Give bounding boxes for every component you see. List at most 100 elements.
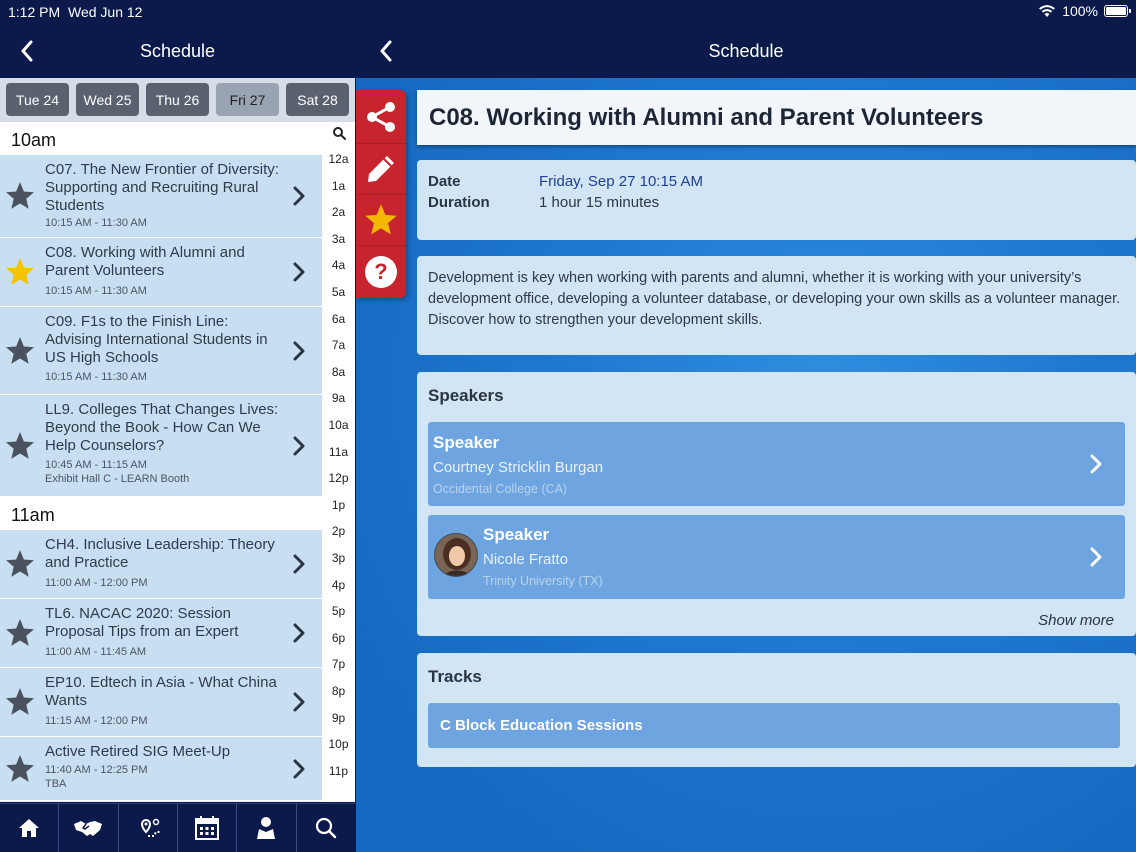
left-header-title: Schedule — [139, 41, 216, 61]
star-icon[interactable] — [4, 617, 36, 649]
hour-index-10p[interactable]: 10p — [322, 737, 355, 751]
chevron-right-icon — [293, 759, 305, 778]
rail-divider — [356, 194, 406, 195]
session-time: 11:00 AM - 12:00 PM — [45, 577, 148, 589]
speakers-heading: Speakers — [428, 386, 504, 405]
speakers-card: Speakers Speaker Courtney Stricklin Burg… — [417, 372, 1136, 636]
duration-label: Duration — [428, 194, 490, 211]
chevron-right-icon — [293, 623, 305, 643]
tab-networking[interactable] — [59, 804, 119, 852]
star-icon[interactable] — [4, 548, 36, 580]
session-title: EP10. Edtech in Asia - What China Wants — [45, 674, 277, 709]
day-tab-fri-27[interactable]: Fri 27 — [216, 83, 279, 116]
hour-index-9p[interactable]: 9p — [322, 711, 355, 725]
day-tab-thu-26[interactable]: Thu 26 — [146, 83, 209, 116]
day-tabs: Tue 24 Wed 25 Thu 26 Fri 27 Sat 28 — [0, 78, 355, 122]
avatar — [434, 533, 478, 577]
hour-index-1p[interactable]: 1p — [322, 498, 355, 512]
hour-index-8a[interactable]: 8a — [322, 365, 355, 379]
star-icon — [365, 204, 397, 235]
hour-index-9a[interactable]: 9a — [322, 391, 355, 405]
favorite-button[interactable] — [360, 199, 402, 241]
status-right: 100% — [1038, 3, 1131, 19]
note-button[interactable] — [360, 148, 402, 190]
speaker-card[interactable]: Speaker Courtney Stricklin Burgan Occide… — [428, 422, 1125, 506]
hour-index-10a[interactable]: 10a — [322, 418, 355, 432]
hour-index-7p[interactable]: 7p — [322, 657, 355, 671]
chevron-right-icon — [293, 262, 305, 282]
rail-divider — [356, 245, 406, 246]
show-more-link[interactable]: Show more — [1038, 612, 1114, 629]
chevron-right-icon — [1090, 454, 1102, 474]
tracks-card: Tracks C Block Education Sessions — [417, 653, 1136, 767]
session-row-tl6[interactable]: TL6. NACAC 2020: Session Proposal Tips f… — [0, 599, 322, 668]
session-location: TBA — [45, 778, 67, 790]
star-icon[interactable] — [4, 753, 36, 785]
hour-index-12p[interactable]: 12p — [322, 471, 355, 485]
hour-index-3a[interactable]: 3a — [322, 232, 355, 246]
session-row-ep10[interactable]: EP10. Edtech in Asia - What China Wants … — [0, 668, 322, 737]
wifi-icon — [1039, 5, 1056, 17]
hour-index-7a[interactable]: 7a — [322, 338, 355, 352]
hour-index-1a[interactable]: 1a — [322, 179, 355, 193]
star-icon[interactable] — [4, 430, 36, 462]
tab-schedule[interactable] — [178, 804, 238, 852]
session-row-c08[interactable]: C08. Working with Alumni and Parent Volu… — [0, 238, 322, 307]
status-bar: 1:12 PM Wed Jun 12 100% — [0, 0, 1136, 24]
star-icon[interactable] — [4, 686, 36, 718]
map-route-icon — [140, 818, 160, 837]
day-tab-tue-24[interactable]: Tue 24 — [6, 83, 69, 116]
hour-index-12a[interactable]: 12a — [322, 152, 355, 166]
info-card: Date Friday, Sep 27 10:15 AM Duration 1 … — [417, 160, 1136, 240]
session-time: 11:15 AM - 12:00 PM — [45, 715, 148, 727]
star-icon[interactable] — [4, 180, 36, 212]
hour-index-4a[interactable]: 4a — [322, 258, 355, 272]
hour-index-8p[interactable]: 8p — [322, 684, 355, 698]
session-time: 10:45 AM - 11:15 AM — [45, 459, 147, 471]
help-button[interactable]: ? — [360, 251, 402, 293]
share-button[interactable] — [360, 96, 402, 138]
session-row-ll9[interactable]: LL9. Colleges That Changes Lives: Beyond… — [0, 395, 322, 497]
hour-index-11p[interactable]: 11p — [322, 764, 355, 778]
speaker-role: Speaker — [483, 525, 550, 544]
hour-index-5p[interactable]: 5p — [322, 604, 355, 618]
track-item[interactable]: C Block Education Sessions — [428, 703, 1120, 748]
person-icon — [257, 817, 276, 839]
session-title: LL9. Colleges That Changes Lives: Beyond… — [45, 401, 279, 454]
hour-index-4p[interactable]: 4p — [322, 578, 355, 592]
tab-home[interactable] — [0, 804, 60, 852]
action-rail: ? — [356, 90, 406, 298]
hour-index-6a[interactable]: 6a — [322, 312, 355, 326]
day-tab-wed-25[interactable]: Wed 25 — [76, 83, 139, 116]
session-title: C07. The New Frontier of Diversity: Supp… — [45, 161, 279, 214]
chevron-right-icon — [293, 554, 305, 574]
session-row-ch4[interactable]: CH4. Inclusive Leadership: Theory and Pr… — [0, 530, 322, 599]
day-tab-sat-28[interactable]: Sat 28 — [286, 83, 349, 116]
search-icon — [315, 817, 337, 839]
speaker-card[interactable]: Speaker Nicole Fratto Trinity University… — [428, 515, 1125, 599]
session-row-c07[interactable]: C07. The New Frontier of Diversity: Supp… — [0, 155, 322, 238]
hour-index-3p[interactable]: 3p — [322, 551, 355, 565]
chevron-right-icon — [1090, 547, 1102, 567]
time-header-11am: 11am — [0, 497, 322, 530]
session-time: 11:40 AM - 12:25 PM — [45, 764, 148, 776]
hour-index-6p[interactable]: 6p — [322, 631, 355, 645]
hour-index-2a[interactable]: 2a — [322, 205, 355, 219]
chevron-right-icon — [293, 341, 305, 360]
star-icon[interactable] — [4, 335, 36, 367]
tab-map[interactable] — [119, 804, 178, 852]
search-icon[interactable] — [332, 126, 346, 140]
time-header-10am: 10am — [0, 122, 322, 155]
tab-profile[interactable] — [237, 804, 297, 852]
hour-index-5a[interactable]: 5a — [322, 285, 355, 299]
session-row-c09[interactable]: C09. F1s to the Finish Line: Advising In… — [0, 307, 322, 395]
session-row-active-retired[interactable]: Active Retired SIG Meet-Up 11:40 AM - 12… — [0, 737, 322, 801]
hour-index-2p[interactable]: 2p — [322, 524, 355, 538]
session-title: C08. Working with Alumni and Parent Volu… — [45, 244, 245, 279]
hour-index-scrubber[interactable]: 12a 1a 2a 3a 4a 5a 6a 7a 8a 9a 10a 11a 12p 1p 2p 3p 4p 5p… — [322, 122, 355, 802]
session-title: C09. F1s to the Finish Line: Advising In… — [45, 313, 268, 366]
star-icon[interactable] — [4, 256, 36, 288]
hour-index-11a[interactable]: 11a — [322, 445, 355, 459]
chevron-right-icon — [293, 186, 305, 206]
tab-search[interactable] — [297, 804, 355, 852]
